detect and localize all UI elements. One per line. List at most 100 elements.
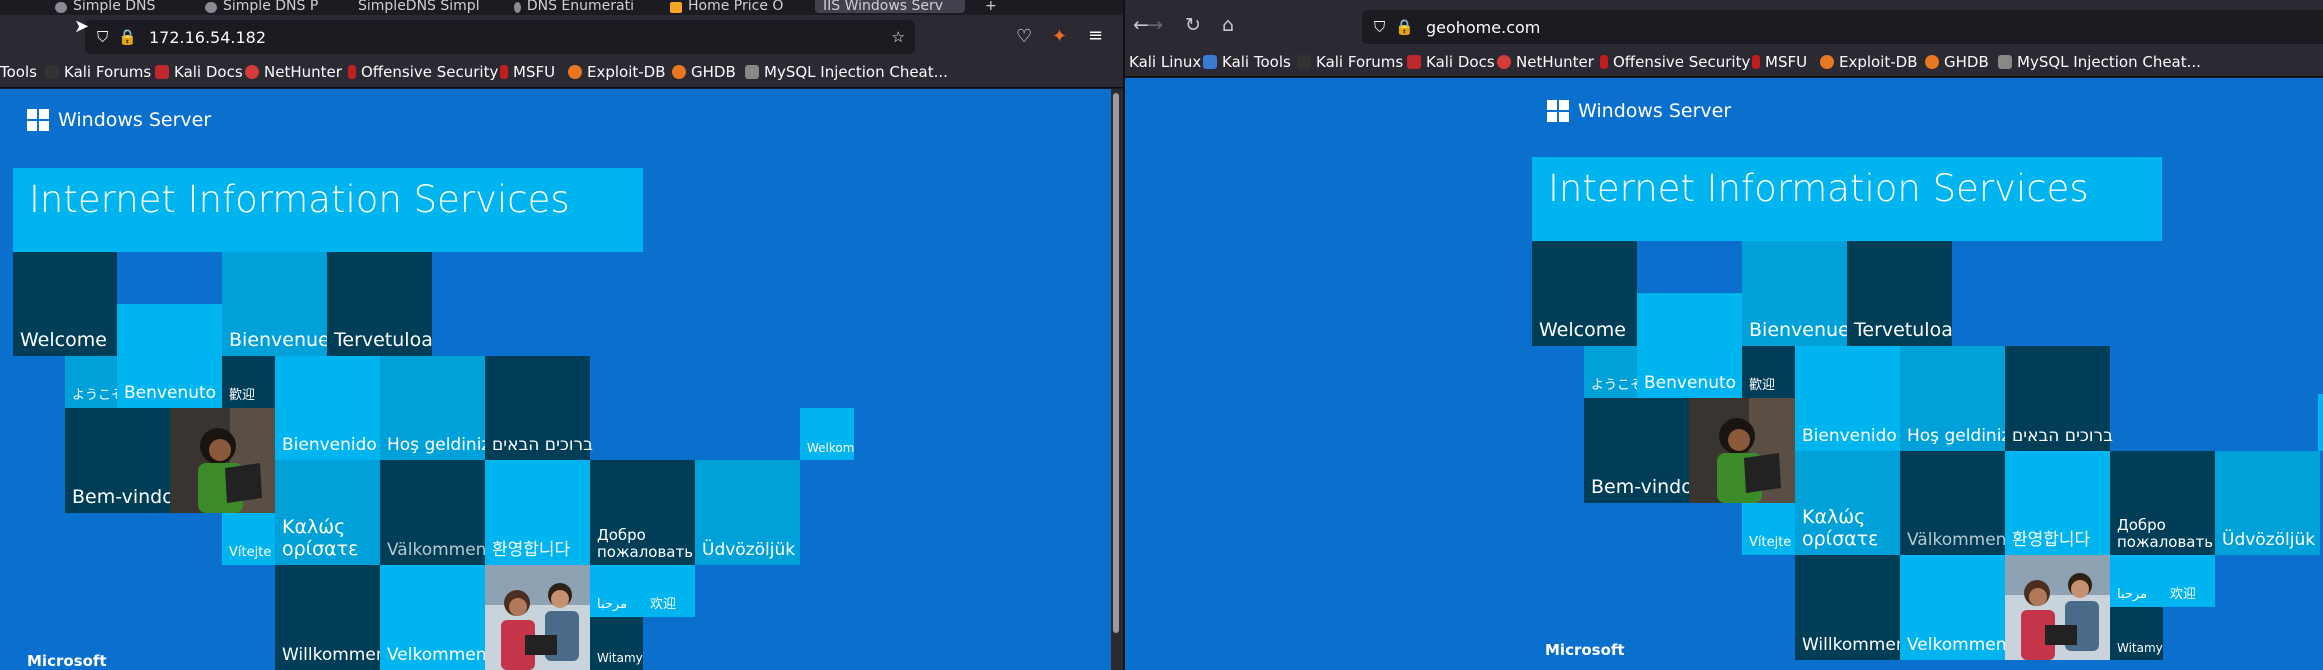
bookmark-label: Kali Linux	[1129, 53, 1202, 71]
scrollbar-thumb[interactable]	[1113, 93, 1119, 633]
bookmark-kali-forums[interactable]: Kali Forums	[45, 63, 151, 81]
tile-korean: 환영합니다	[2005, 451, 2110, 555]
tile-udvozoljuk: Üdvözöljük	[695, 460, 800, 565]
iis-title-banner: Internet Information Services	[13, 168, 643, 252]
tile-willkommen: Willkommen	[1795, 555, 1907, 660]
nethunter-icon	[245, 65, 259, 79]
tile-label: 欢迎	[2170, 587, 2197, 603]
bookmark-ghdb[interactable]: GHDB	[1925, 53, 1989, 71]
shield-icon[interactable]: ⛉	[1374, 18, 1385, 36]
tile-bienvenue: Bienvenue	[222, 252, 330, 356]
home-icon[interactable]: ⌂	[1222, 14, 1234, 36]
tile-witamy: Witamy	[2110, 607, 2163, 660]
tile-label: Welkom	[807, 441, 855, 456]
bookmark-exploit-db[interactable]: Exploit-DB	[568, 63, 666, 81]
tile-label: Velkommen	[387, 645, 487, 666]
bookmark-label: MSFU	[513, 63, 556, 81]
tile-label: Bem-vindo	[1591, 476, 1693, 499]
bookmark-label: Kali Docs	[174, 63, 243, 81]
tab-2[interactable]: Simple DNS P	[205, 0, 345, 13]
bookmark-kali-linux[interactable]: Kali Linux	[1129, 53, 1201, 71]
page-title: Internet Information Services	[29, 178, 570, 221]
bookmark-kali-docs[interactable]: Kali Docs	[155, 63, 243, 81]
bookmark-kali-forums[interactable]: Kali Forums	[1297, 53, 1403, 71]
bookmark-label: Kali Docs	[1426, 53, 1495, 71]
tile-label: Hoş geldiniz	[387, 435, 491, 456]
url-bar[interactable]: ⛉ 🔒 172.16.54.182 ☆	[85, 20, 915, 54]
tile-label: Välkommen	[387, 540, 487, 561]
mouse-cursor-icon: ➤	[74, 16, 90, 37]
tile-kalos: Καλώς ορίσατε	[1795, 451, 1900, 555]
tile-vitejte: Vítejte	[222, 513, 275, 565]
bookmark-offensive-security[interactable]: Offensive Security	[348, 63, 498, 81]
tab-1[interactable]: Simple DNS	[55, 0, 195, 13]
reload-icon[interactable]: ↻	[1185, 14, 1201, 36]
kali-icon	[45, 65, 59, 79]
tab-3[interactable]: SimpleDNS Simpl	[358, 0, 488, 13]
bookmark-kali-tools[interactable]: Kali Tools	[1203, 53, 1291, 71]
menu-icon[interactable]: ≡	[1088, 25, 1103, 46]
tab-favicon-icon	[514, 2, 521, 13]
bookmark-nethunter[interactable]: NetHunter	[1497, 53, 1594, 71]
mysql-icon	[745, 65, 759, 79]
vertical-scrollbar[interactable]	[1111, 89, 1123, 670]
bookmark-label: Kali Forums	[1316, 53, 1404, 71]
bookmark-label: GHDB	[691, 63, 736, 81]
docs-icon	[1407, 55, 1421, 69]
tile-welkom: Welkom	[800, 408, 854, 460]
bookmark-label: Exploit-DB	[1839, 53, 1918, 71]
tile-willkommen: Willkommen	[275, 565, 387, 670]
tab-4[interactable]: DNS Enumerati	[514, 0, 634, 13]
tab-5[interactable]: Home Price O	[670, 0, 790, 13]
pocket-icon[interactable]: ♡	[1016, 26, 1032, 47]
url-text[interactable]: geohome.com	[1426, 18, 1540, 37]
lock-icon[interactable]: 🔒	[118, 28, 137, 46]
bookmark-exploit-db[interactable]: Exploit-DB	[1820, 53, 1918, 71]
windows-icon	[27, 109, 49, 131]
bookmark-label: Kali Tools	[1222, 53, 1291, 71]
dobro-line1: Добро	[597, 525, 646, 544]
msfu-icon	[500, 65, 508, 79]
bookmark-tools[interactable]: Tools	[0, 63, 37, 81]
iis-title-banner: Internet Information Services	[1532, 157, 2162, 241]
bookmark-msfu[interactable]: MSFU	[1752, 53, 1807, 71]
tile-welcome: Welcome	[13, 252, 117, 356]
tile-dobro: Добро пожаловать	[590, 460, 695, 565]
tile-hos-geldiniz: Hoş geldiniz	[1900, 346, 2010, 451]
microsoft-footer: Microsoft	[27, 652, 107, 670]
tab-label: IIS Windows Serv	[823, 0, 944, 13]
bookmark-kali-docs[interactable]: Kali Docs	[1407, 53, 1495, 71]
url-text[interactable]: 172.16.54.182	[149, 28, 266, 47]
tile-witamy: Witamy	[590, 617, 643, 670]
extension-icon[interactable]: ✦	[1052, 26, 1067, 47]
forward-arrow-icon[interactable]: →	[1147, 14, 1163, 36]
mysql-icon	[1998, 55, 2012, 69]
windows-icon	[1547, 100, 1569, 122]
lock-icon[interactable]: 🔒	[1395, 18, 1414, 36]
ghdb-icon	[1925, 55, 1939, 69]
tile-huanying-trad: 歡迎	[1742, 346, 1795, 398]
tile-label: Välkommen	[1907, 530, 2007, 551]
tile-label: Добро пожаловать	[2117, 516, 2213, 552]
tile-velkommen: Velkommen	[1900, 555, 2007, 660]
bookmark-nethunter[interactable]: NetHunter	[245, 63, 342, 81]
bookmark-msfu[interactable]: MSFU	[500, 63, 555, 81]
bookmark-ghdb[interactable]: GHDB	[672, 63, 736, 81]
bookmark-star-icon[interactable]: ☆	[892, 28, 905, 46]
tile-label: 환영합니다	[2012, 530, 2091, 551]
shield-icon[interactable]: ⛉	[97, 28, 108, 46]
tile-label: ברוכים הבאים	[492, 435, 593, 456]
tile-label: مرحبا	[2117, 587, 2148, 603]
tile-yokoso: ようこそ	[65, 356, 124, 408]
tile-label: Willkommen	[282, 645, 387, 666]
new-tab-button[interactable]: +	[985, 0, 999, 13]
kali-icon	[1297, 55, 1311, 69]
tile-label: ようこそ	[1591, 378, 1644, 394]
bookmark-offensive-security[interactable]: Offensive Security	[1600, 53, 1750, 71]
tab-6-active[interactable]: IIS Windows Serv	[815, 0, 965, 13]
bookmark-mysql-injection[interactable]: MySQL Injection Cheat...	[745, 63, 948, 81]
bookmark-mysql-injection[interactable]: MySQL Injection Cheat...	[1998, 53, 2201, 71]
photo-person-laptop	[170, 408, 275, 513]
url-bar[interactable]: ⛉ 🔒 geohome.com	[1362, 10, 2323, 44]
tile-label: 歡迎	[1749, 378, 1776, 394]
